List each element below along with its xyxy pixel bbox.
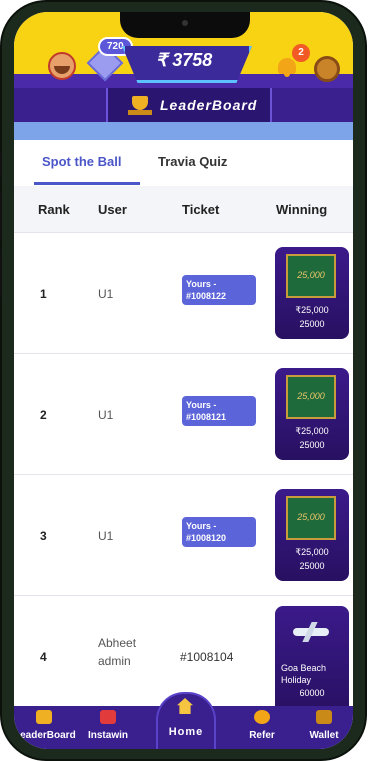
bell-icon[interactable] [278,58,296,77]
prize-card[interactable]: 25,000 ₹25,000 25000 [275,247,349,339]
prize-image: 25,000 [286,375,336,419]
screen: 720 ₹ 3758 2 LeaderBoard Spot the Ball T… [14,12,353,749]
table-row: 4 Abheet admin #1008104 Goa Beach Holida… [14,596,353,716]
prize-image: 25,000 [286,254,336,298]
prize-name: ₹25,000 [295,426,329,436]
active-tab-indicator [34,182,140,185]
prize-card[interactable]: 25,000 ₹25,000 25000 [275,368,349,460]
prize-value: 60000 [299,688,325,698]
coin-icon[interactable] [314,56,340,82]
trophy-icon [36,710,52,724]
phone-frame: 720 ₹ 3758 2 LeaderBoard Spot the Ball T… [0,2,365,759]
medal-icon [254,710,270,724]
nav-label: LeaderBoard [14,730,76,741]
column-header-winning: Winning [276,202,328,217]
nav-instawin[interactable]: Instawin [78,706,138,749]
user-cell: Abheet admin [98,634,136,670]
prize-value: 25000 [299,561,325,571]
prize-image: 25,000 [286,496,336,540]
prize-card[interactable]: 25,000 ₹25,000 25000 [275,489,349,581]
table-row: 2 U1 Yours - #1008121 25,000 ₹25,000 250… [14,354,353,475]
user-cell: U1 [98,529,114,543]
nav-leaderboard[interactable]: LeaderBoard [14,706,76,749]
side-button [0,250,2,298]
ticket-pill: Yours - #1008120 [182,517,256,547]
rank-cell: 1 [40,287,47,301]
prize-image-text: 25,000 [297,512,325,522]
wallet-icon [316,710,332,724]
user-name-line: Abheet [98,636,137,650]
nav-refer[interactable]: Refer [232,706,292,749]
nav-wallet[interactable]: Wallet [294,706,353,749]
prize-name: Goa Beach Holiday [281,663,327,685]
prize-image-text: 25,000 [297,391,325,401]
side-button [0,192,2,240]
tab-travia-quiz[interactable]: Travia Quiz [158,154,227,169]
airplane-icon [293,628,329,636]
notch [120,12,250,38]
prize-value: 25000 [299,319,325,329]
nav-label: Wallet [309,730,339,741]
prize-name: ₹25,000 [295,547,329,557]
prize-card[interactable]: Goa Beach Holiday 60000 [275,606,349,716]
table-header: Rank User Ticket Winning [14,186,353,233]
prize-value: 25000 [299,440,325,450]
table-row: 1 U1 Yours - #1008122 25,000 ₹25,000 250… [14,233,353,354]
camera [182,20,188,26]
ticket-cell: #1008104 [180,650,234,664]
ticket-pill: Yours - #1008122 [182,275,256,305]
wallet-amount: ₹ 3758 [155,50,213,70]
nav-label: Refer [249,730,275,741]
tab-bar: Spot the Ball Travia Quiz [14,140,353,187]
table-row: 3 U1 Yours - #1008120 25,000 ₹25,000 250… [14,475,353,596]
header-underlay [14,122,353,140]
notification-badge: 2 [292,44,310,62]
nav-home-label: Home [168,726,204,738]
gift-icon [100,710,116,724]
side-button [0,152,2,178]
user-cell: U1 [98,408,114,422]
nav-label: Instawin [87,730,128,741]
column-header-rank: Rank [38,202,70,217]
ticket-pill: Yours - #1008121 [182,396,256,426]
column-header-ticket: Ticket [182,202,220,217]
user-cell: U1 [98,287,114,301]
prize-name: ₹25,000 [295,305,329,315]
rank-cell: 2 [40,408,47,422]
rank-cell: 4 [40,650,47,664]
rank-cell: 3 [40,529,47,543]
page-title: LeaderBoard [160,97,258,113]
column-header-user: User [98,202,127,217]
tab-spot-the-ball[interactable]: Spot the Ball [42,154,121,169]
avatar[interactable] [48,52,76,80]
user-name-line: admin [98,654,131,668]
prize-image-text: 25,000 [297,270,325,280]
